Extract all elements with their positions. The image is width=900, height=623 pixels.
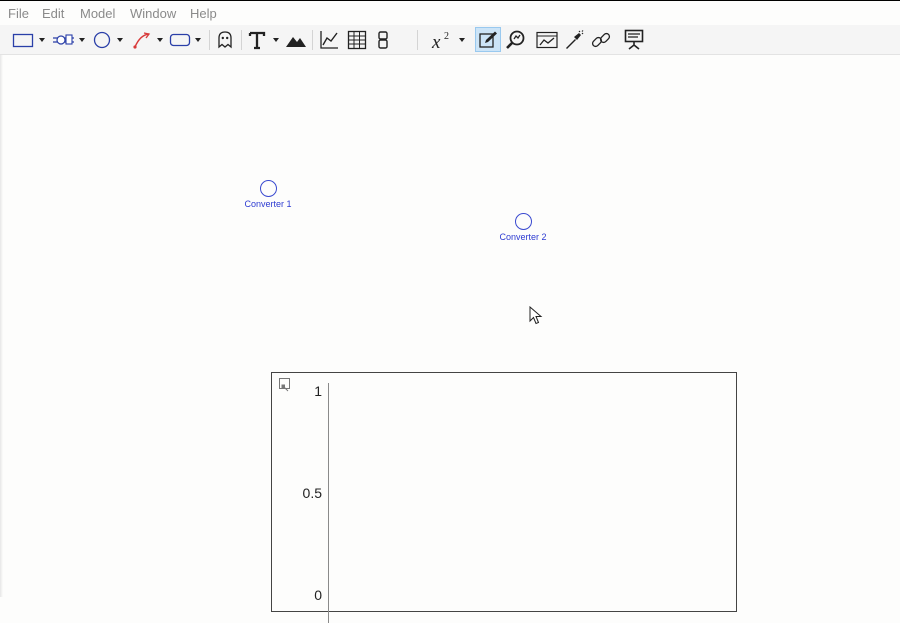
y-tick-label: 0 <box>314 587 322 603</box>
stock-tool-button[interactable] <box>10 27 36 52</box>
y-tick-label: 0.5 <box>302 485 322 501</box>
converter-circle[interactable] <box>259 180 277 197</box>
comparative-graph-icon <box>536 31 558 48</box>
menu-window[interactable]: Window <box>130 6 176 21</box>
edit-mode-button[interactable] <box>475 27 501 52</box>
toolbar-separator <box>241 30 242 50</box>
text-dropdown-arrow[interactable] <box>273 38 279 42</box>
toolbar-separator <box>209 30 210 50</box>
menu-edit[interactable]: Edit <box>42 6 64 21</box>
edit-mode-icon <box>479 31 497 48</box>
converter-2[interactable]: Converter 2 <box>493 213 553 242</box>
comparative-graph-button[interactable] <box>534 27 560 52</box>
presentation-icon <box>624 29 644 50</box>
graph-icon <box>320 30 338 49</box>
module-dropdown-arrow[interactable] <box>195 38 201 42</box>
canvas-left-shadow <box>0 55 3 597</box>
stock-dropdown-arrow[interactable] <box>39 38 45 42</box>
converter-tool-button[interactable] <box>90 27 114 52</box>
toolbar-separator <box>417 30 418 50</box>
flow-tool-button[interactable] <box>51 27 77 52</box>
link-tool-button[interactable] <box>590 27 612 52</box>
text-tool-button[interactable] <box>246 27 268 52</box>
converter-label[interactable]: Converter 1 <box>238 199 298 209</box>
connector-tool-button[interactable] <box>130 27 154 52</box>
zoom-tool-button[interactable] <box>503 27 527 52</box>
menu-bar: File Edit Model Window Help <box>0 1 900 25</box>
y-tick-label: 1 <box>314 383 322 399</box>
equation-dropdown-arrow[interactable] <box>459 38 465 42</box>
toolbar: x2 <box>0 25 900 55</box>
svg-text:x: x <box>431 32 441 51</box>
menu-help[interactable]: Help <box>190 6 217 21</box>
table-icon <box>347 30 367 49</box>
ghost-tool-button[interactable] <box>213 27 237 52</box>
equation-tool-button[interactable]: x2 <box>428 27 458 52</box>
zoom-icon <box>506 30 525 49</box>
menu-file[interactable]: File <box>8 6 29 21</box>
graph-y-axis <box>328 383 329 623</box>
numeric-display-icon <box>378 30 388 49</box>
flow-icon <box>53 33 74 45</box>
converter-circle[interactable] <box>514 213 532 230</box>
module-tool-button[interactable] <box>168 27 192 52</box>
ghost-icon <box>218 30 232 48</box>
toolbar-separator <box>312 30 313 50</box>
graph-tool-button[interactable] <box>317 27 341 52</box>
table-tool-button[interactable] <box>345 27 369 52</box>
converter-label[interactable]: Converter 2 <box>493 232 553 242</box>
stock-icon <box>12 33 34 47</box>
link-icon <box>591 32 611 47</box>
graph-pad[interactable]: 1 0.5 0 <box>271 372 737 623</box>
image-icon <box>286 36 306 47</box>
flashlight-icon <box>566 29 584 49</box>
svg-text:2: 2 <box>444 31 449 42</box>
numeric-display-tool-button[interactable] <box>372 27 394 52</box>
presentation-tool-button[interactable] <box>622 27 646 52</box>
connector-dropdown-arrow[interactable] <box>157 38 163 42</box>
mouse-cursor-icon <box>529 305 543 331</box>
image-tool-button[interactable] <box>284 27 308 52</box>
menu-model[interactable]: Model <box>80 6 115 21</box>
equation-icon: x2 <box>431 31 449 51</box>
flashlight-tool-button[interactable] <box>563 27 585 52</box>
connector-icon <box>133 31 151 49</box>
converter-1[interactable]: Converter 1 <box>238 180 298 209</box>
flow-dropdown-arrow[interactable] <box>79 38 85 42</box>
converter-dropdown-arrow[interactable] <box>117 38 123 42</box>
graph-pad-icon[interactable] <box>279 378 290 392</box>
text-icon <box>248 31 266 49</box>
module-icon <box>169 33 191 46</box>
converter-icon <box>93 31 111 48</box>
